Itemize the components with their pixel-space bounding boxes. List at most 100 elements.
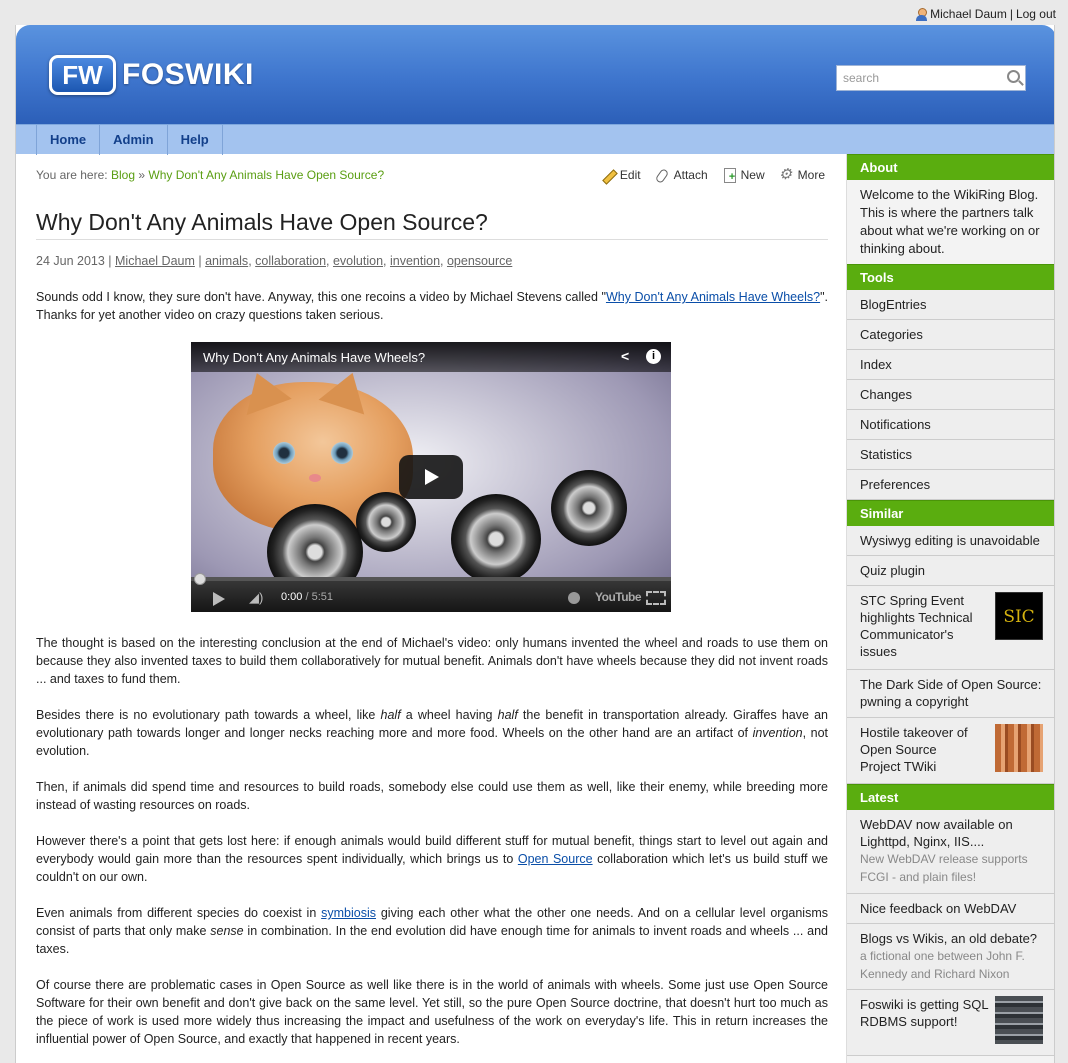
body-paragraph: The thought is based on the interesting … — [36, 636, 828, 686]
wheel-image — [451, 494, 541, 584]
breadcrumb-blog[interactable]: Blog — [111, 168, 135, 182]
tag-link[interactable]: animals — [205, 254, 248, 268]
logout-link[interactable]: Log out — [1016, 7, 1056, 21]
more-label: More — [797, 168, 825, 182]
time-display: 0:00 / 5:51 — [281, 591, 333, 603]
sidebar-item-blogentries[interactable]: BlogEntries — [847, 290, 1054, 320]
nav-admin[interactable]: Admin — [99, 125, 166, 155]
search-placeholder: search — [843, 71, 880, 85]
similar-item[interactable]: Wysiwyg editing is unavoidable — [847, 526, 1054, 556]
latest-item-subtitle: a fictional one between John F. Kennedy … — [860, 949, 1025, 981]
breadcrumb: You are here: Blog » Why Don't Any Anima… — [36, 168, 384, 182]
share-icon[interactable] — [621, 349, 635, 363]
more-button[interactable]: More — [779, 165, 825, 183]
main-nav: Home Admin Help — [16, 124, 1054, 155]
video-player[interactable]: Why Don't Any Animals Have Wheels? i ◢) … — [191, 342, 671, 612]
logo-text: FOSWIKI — [122, 58, 254, 91]
latest-item[interactable]: WebDAV now available on Lighttpd, Nginx,… — [847, 810, 1054, 894]
attach-button[interactable]: Attach — [655, 168, 708, 182]
tag-link[interactable]: opensource — [447, 254, 512, 268]
intro-text: Sounds odd I know, they sure don't have.… — [36, 290, 606, 304]
sidebar-heading-latest: Latest — [847, 784, 1054, 810]
sidebar-item-notifications[interactable]: Notifications — [847, 410, 1054, 440]
edit-label: Edit — [619, 168, 641, 182]
sidebar-item-changes[interactable]: Changes — [847, 380, 1054, 410]
watch-later-icon[interactable] — [568, 592, 580, 604]
play-icon[interactable] — [213, 592, 225, 606]
nav-home[interactable]: Home — [36, 125, 99, 155]
text: Besides there is no evolutionary path to… — [36, 708, 381, 722]
nav-help[interactable]: Help — [166, 125, 223, 155]
topic-actions: Edit Attach New More — [601, 165, 825, 183]
text: a wheel having — [400, 708, 498, 722]
progress-bar[interactable] — [191, 573, 671, 585]
tag-link[interactable]: collaboration — [255, 254, 326, 268]
user-icon — [915, 7, 928, 21]
search-input[interactable]: search — [836, 65, 1026, 91]
breadcrumb-current[interactable]: Why Don't Any Animals Have Open Source? — [148, 168, 384, 182]
paperclip-icon — [655, 168, 669, 182]
latest-item-title: Foswiki is getting SQL RDBMS support! — [860, 997, 989, 1029]
latest-item[interactable]: Foswiki is getting SQL RDBMS support! — [847, 990, 1054, 1056]
stc-thumbnail: SIC — [995, 592, 1043, 640]
new-button[interactable]: New — [722, 168, 765, 183]
server-thumbnail — [995, 996, 1043, 1044]
sidebar-item-categories[interactable]: Categories — [847, 320, 1054, 350]
logo[interactable]: FW FOSWIKI — [49, 55, 254, 95]
search-icon[interactable] — [1007, 70, 1020, 83]
sidebar-item-index[interactable]: Index — [847, 350, 1054, 380]
video-title[interactable]: Why Don't Any Animals Have Wheels? — [203, 350, 425, 365]
body-paragraph: Besides there is no evolutionary path to… — [36, 706, 828, 760]
latest-item-title: Blogs vs Wikis, an old debate? — [860, 931, 1038, 946]
video-title-bar: Why Don't Any Animals Have Wheels? i — [191, 342, 671, 372]
pencil-icon — [601, 168, 615, 182]
post-meta: 24 Jun 2013 | Michael Daum | animals, co… — [36, 254, 513, 268]
duration: / 5:51 — [305, 591, 334, 603]
logo-badge: FW — [49, 55, 116, 95]
breadcrumb-prefix: You are here: — [36, 168, 108, 182]
similar-item[interactable]: Quiz plugin — [847, 556, 1054, 586]
body-paragraph: However there's a point that gets lost h… — [36, 832, 828, 886]
sidebar-heading-about: About — [847, 154, 1054, 180]
latest-item[interactable]: Blogs vs Wikis, an old debate? a fiction… — [847, 924, 1054, 990]
body-paragraph: Then, if animals did spend time and reso… — [36, 780, 828, 812]
edit-button[interactable]: Edit — [601, 168, 641, 182]
page-title: Why Don't Any Animals Have Open Source? — [36, 209, 828, 240]
symbiosis-link[interactable]: symbiosis — [321, 906, 376, 920]
similar-item[interactable]: Hostile takeover of Open Source Project … — [847, 718, 1054, 784]
latest-item-subtitle: New WebDAV release supports FCGI - and p… — [860, 852, 1028, 884]
sidebar-item-statistics[interactable]: Statistics — [847, 440, 1054, 470]
tag-link[interactable]: invention — [390, 254, 440, 268]
user-bar-separator: | — [1009, 7, 1013, 21]
sidebar-heading-similar: Similar — [847, 500, 1054, 526]
current-time: 0:00 — [281, 591, 303, 603]
sidebar-item-preferences[interactable]: Preferences — [847, 470, 1054, 500]
similar-item[interactable]: STC Spring Event highlights Technical Co… — [847, 586, 1054, 670]
info-icon[interactable]: i — [646, 349, 661, 364]
body-paragraph: Of course there are problematic cases in… — [36, 978, 828, 1046]
user-bar: Michael Daum | Log out — [915, 7, 1056, 21]
body-paragraph: Even animals from different species do c… — [36, 904, 828, 958]
open-source-link[interactable]: Open Source — [518, 852, 593, 866]
sidebar-heading-tools: Tools — [847, 264, 1054, 290]
latest-item[interactable]: Nice feedback on WebDAV — [847, 894, 1054, 924]
tag-link[interactable]: evolution — [333, 254, 383, 268]
similar-item-label: STC Spring Event highlights Technical Co… — [860, 593, 973, 659]
video-title-link[interactable]: Why Don't Any Animals Have Wheels? — [606, 290, 820, 304]
post-author[interactable]: Michael Daum — [115, 254, 195, 268]
attach-label: Attach — [673, 168, 708, 182]
sidebar: About Welcome to the WikiRing Blog. This… — [846, 154, 1054, 1063]
latest-item-title: WebDAV now available on Lighttpd, Nginx,… — [860, 817, 1013, 849]
similar-item[interactable]: The Dark Side of Open Source: pwning a c… — [847, 670, 1054, 718]
fullscreen-icon[interactable] — [646, 591, 666, 605]
video-controls: ◢) 0:00 / 5:51 YouTube — [191, 578, 671, 612]
emphasis: sense — [210, 924, 244, 938]
gear-icon — [779, 165, 793, 183]
volume-icon[interactable]: ◢) — [249, 591, 267, 605]
scrubber-handle[interactable] — [194, 573, 206, 585]
user-name-link[interactable]: Michael Daum — [930, 7, 1007, 21]
youtube-logo[interactable]: YouTube — [595, 590, 642, 604]
new-label: New — [740, 168, 765, 182]
play-button[interactable] — [399, 455, 463, 499]
rust-thumbnail — [995, 724, 1043, 772]
